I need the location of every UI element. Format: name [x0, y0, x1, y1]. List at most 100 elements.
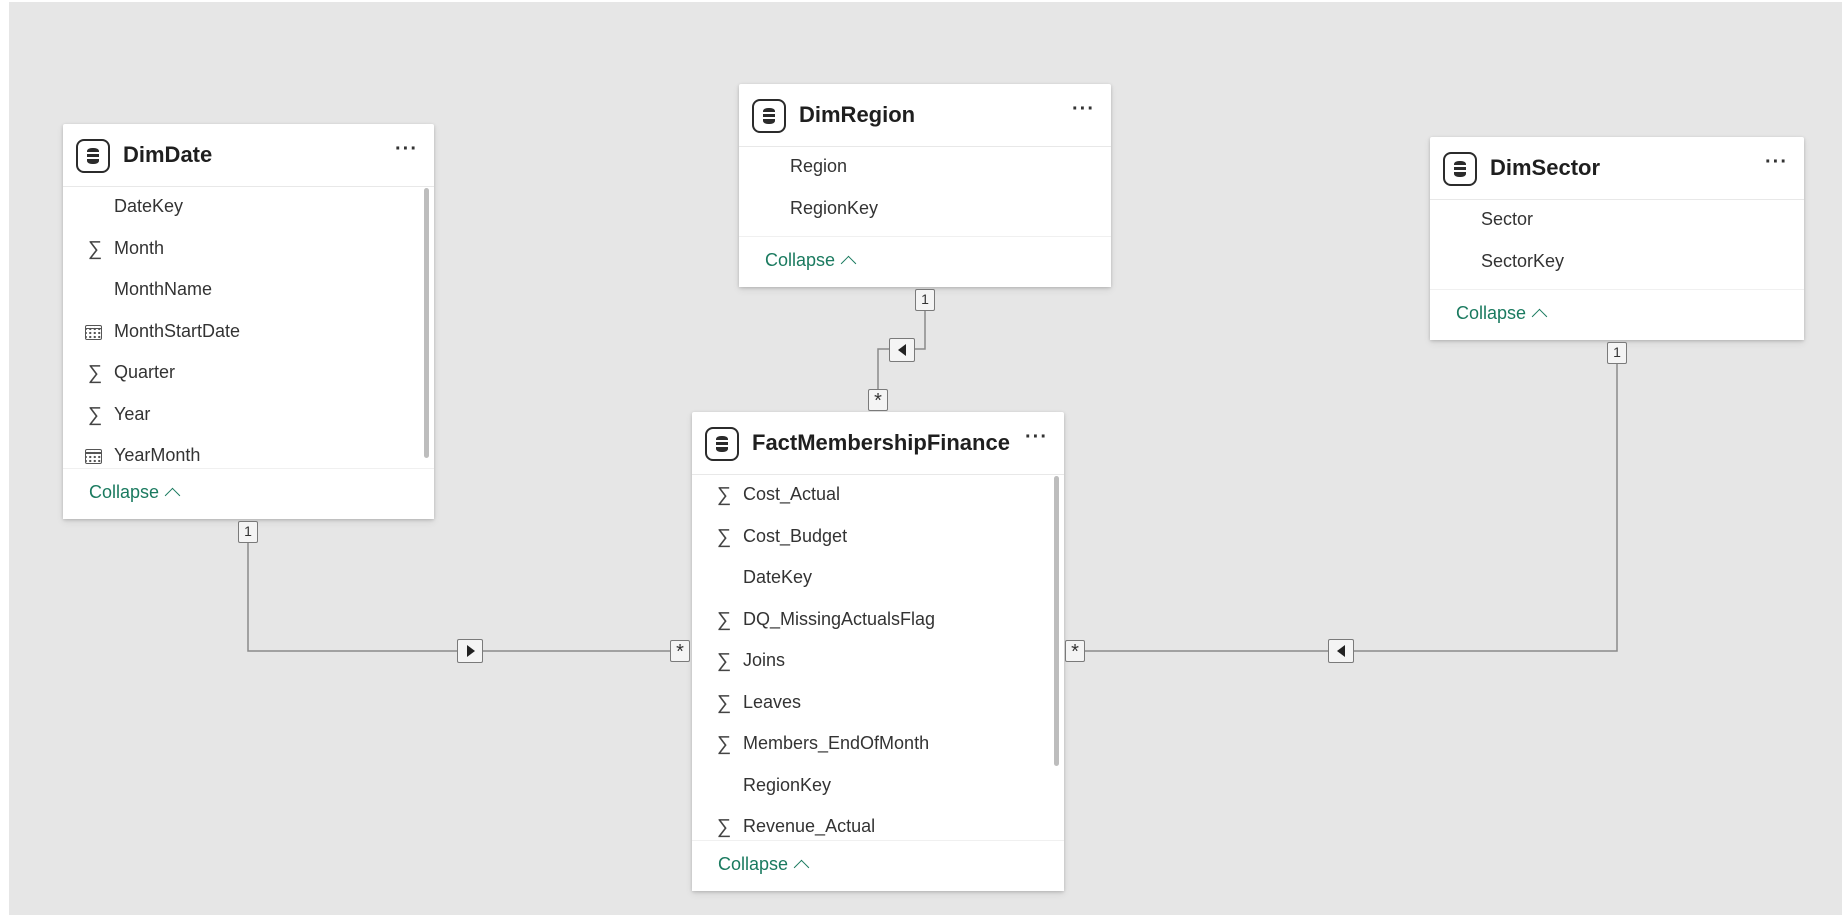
field-row[interactable]: RegionKey — [692, 766, 1064, 808]
field-row[interactable]: YearMonth — [63, 436, 434, 469]
table-title: DimDate — [123, 142, 213, 167]
collapse-bar: Collapse — [63, 468, 434, 519]
more-options-icon[interactable]: ··· — [1025, 426, 1048, 449]
table-card-factmembershipfinance[interactable]: FactMembershipFinance ··· ∑ Cost_Actual ∑… — [692, 412, 1064, 891]
blank-icon — [761, 198, 781, 220]
field-row[interactable]: ∑ Leaves — [692, 683, 1064, 725]
table-card-dimregion[interactable]: DimRegion ··· Region RegionKey Collapse — [739, 84, 1111, 287]
field-row[interactable]: DateKey — [692, 558, 1064, 600]
blank-icon — [85, 196, 105, 218]
collapse-button[interactable]: Collapse — [718, 854, 810, 876]
cardinality-many-marker-fact-top: * — [868, 389, 888, 412]
blank-icon — [714, 567, 734, 589]
blank-icon — [1452, 251, 1472, 273]
calendar-icon — [85, 449, 102, 464]
field-name: MonthStartDate — [114, 320, 241, 341]
field-row[interactable]: MonthName — [63, 270, 434, 312]
table-header[interactable]: DimDate ··· — [63, 124, 434, 187]
sigma-icon: ∑ — [716, 816, 732, 838]
blank-icon — [761, 156, 781, 178]
sigma-icon: ∑ — [87, 403, 103, 426]
filter-direction-right-icon[interactable] — [457, 639, 483, 663]
cardinality-many-marker-fact-left: * — [670, 640, 690, 663]
chevron-up-icon — [1531, 308, 1548, 325]
table-title: DimRegion — [799, 102, 916, 127]
table-header[interactable]: DimSector ··· — [1430, 137, 1804, 200]
chevron-up-icon — [793, 859, 810, 876]
field-row[interactable]: ∑ Cost_Budget — [692, 517, 1064, 559]
field-row[interactable]: ∑ Cost_Actual — [692, 475, 1064, 517]
table-icon — [1443, 152, 1477, 186]
table-title: DimSector — [1490, 155, 1601, 180]
field-list[interactable]: DateKey ∑ Month MonthName MonthStartDate … — [63, 187, 434, 469]
table-icon — [76, 139, 110, 173]
more-options-icon[interactable]: ··· — [1072, 98, 1095, 121]
field-list[interactable]: ∑ Cost_Actual ∑ Cost_Budget DateKey ∑ DQ_Mi… — [692, 475, 1064, 841]
field-row[interactable]: MonthStartDate — [63, 312, 434, 354]
sigma-icon: ∑ — [716, 525, 732, 548]
field-name: Members_EndOfMonth — [743, 733, 930, 753]
field-name: Cost_Budget — [743, 525, 848, 546]
rel-line-sector-fact — [1075, 364, 1618, 652]
blank-icon — [714, 775, 734, 797]
field-name: DateKey — [114, 196, 184, 216]
field-name: Region — [790, 156, 848, 176]
cardinality-one-marker-dimregion: 1 — [915, 289, 935, 311]
collapse-button[interactable]: Collapse — [1456, 303, 1548, 325]
field-list[interactable]: Region RegionKey — [739, 147, 1111, 237]
collapse-button[interactable]: Collapse — [765, 250, 857, 272]
field-row[interactable]: Region — [739, 147, 1111, 189]
scrollbar[interactable] — [424, 188, 429, 458]
field-row[interactable]: ∑ Quarter — [63, 353, 434, 395]
sigma-icon: ∑ — [716, 484, 732, 506]
field-row[interactable]: ∑ DQ_MissingActualsFlag — [692, 600, 1064, 642]
field-name: Leaves — [743, 691, 802, 712]
chevron-up-icon — [164, 487, 181, 504]
field-row[interactable]: DateKey — [63, 187, 434, 229]
field-row[interactable]: ∑ Members_EndOfMonth — [692, 724, 1064, 766]
chevron-up-icon — [840, 255, 857, 272]
field-name: MonthName — [114, 279, 213, 299]
blank-icon — [1452, 209, 1472, 231]
field-name: Year — [114, 403, 151, 424]
cardinality-many-marker-fact-right: * — [1065, 640, 1085, 663]
table-title: FactMembershipFinance — [752, 430, 1010, 455]
field-name: RegionKey — [743, 774, 832, 795]
field-row[interactable]: Sector — [1430, 200, 1804, 242]
field-row[interactable]: ∑ Joins — [692, 641, 1064, 683]
field-name: Month — [114, 237, 165, 258]
rel-line-date-fact — [247, 533, 683, 652]
collapse-bar: Collapse — [692, 840, 1064, 891]
table-header[interactable]: FactMembershipFinance ··· — [692, 412, 1064, 475]
sigma-icon: ∑ — [87, 237, 103, 260]
field-name: DQ_MissingActualsFlag — [743, 608, 936, 629]
field-list[interactable]: Sector SectorKey — [1430, 200, 1804, 290]
field-row[interactable]: ∑ Year — [63, 395, 434, 437]
field-name: SectorKey — [1481, 250, 1565, 271]
collapse-button[interactable]: Collapse — [89, 482, 181, 504]
filter-direction-left-icon[interactable] — [889, 338, 915, 362]
scrollbar[interactable] — [1054, 476, 1059, 766]
field-row[interactable]: ∑ Month — [63, 229, 434, 271]
filter-direction-left-icon[interactable] — [1328, 639, 1354, 663]
table-header[interactable]: DimRegion ··· — [739, 84, 1111, 147]
field-name: Sector — [1481, 209, 1534, 229]
cardinality-one-marker-dimdate: 1 — [238, 521, 258, 543]
more-options-icon[interactable]: ··· — [395, 138, 418, 161]
table-icon — [752, 99, 786, 133]
table-icon — [705, 427, 739, 461]
collapse-bar: Collapse — [1430, 289, 1804, 340]
field-name: RegionKey — [790, 197, 879, 218]
table-card-dimsector[interactable]: DimSector ··· Sector SectorKey Collapse — [1430, 137, 1804, 340]
sigma-icon: ∑ — [716, 608, 732, 631]
sigma-icon: ∑ — [716, 650, 732, 672]
sigma-icon: ∑ — [716, 691, 732, 714]
field-name: Quarter — [114, 362, 176, 382]
field-row[interactable]: SectorKey — [1430, 242, 1804, 284]
field-row[interactable]: RegionKey — [739, 189, 1111, 231]
cardinality-one-marker-dimsector: 1 — [1607, 342, 1627, 364]
more-options-icon[interactable]: ··· — [1765, 151, 1788, 174]
table-card-dimdate[interactable]: DimDate ··· DateKey ∑ Month MonthName Mon… — [63, 124, 434, 519]
field-row[interactable]: ∑ Revenue_Actual — [692, 807, 1064, 841]
field-name: DateKey — [743, 567, 813, 587]
